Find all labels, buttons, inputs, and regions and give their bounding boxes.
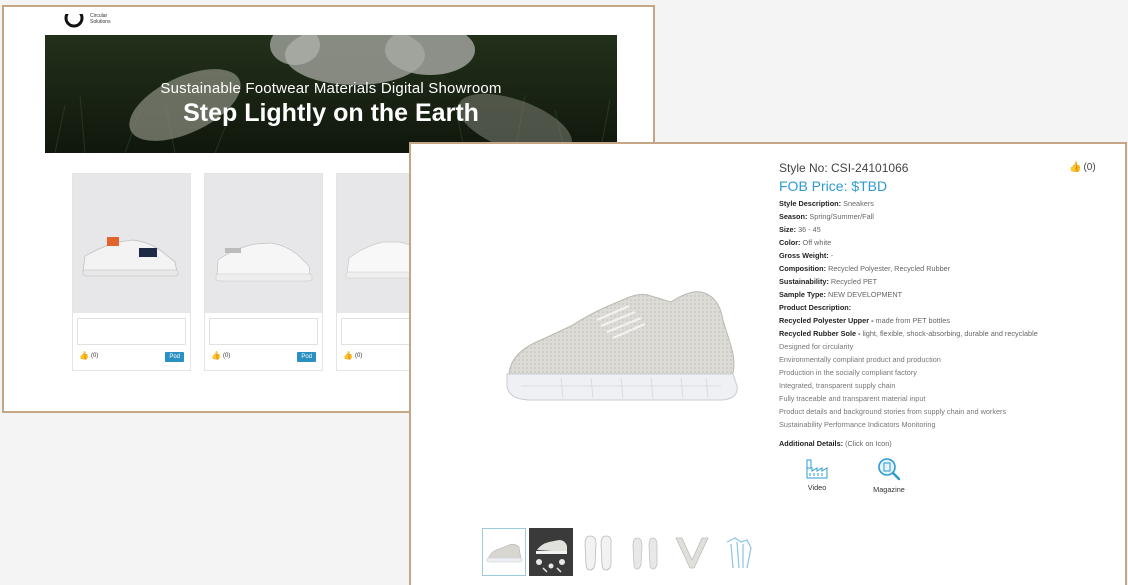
pod-badge[interactable]: Pod <box>297 352 316 362</box>
brand-line-2: Solutions <box>90 19 111 25</box>
like-count: (0) <box>90 353 99 359</box>
main-product-image[interactable] <box>501 282 751 412</box>
thumbs-up-icon: 👍 <box>211 351 221 360</box>
attr-gross-weight: Gross Weight: - <box>779 251 834 260</box>
product-footer: 👍 (0) Pod <box>211 352 316 364</box>
attr-sample-type: Sample Type: NEW DEVELOPMENT <box>779 290 903 299</box>
thumbs-up-icon: 👍 <box>343 351 353 360</box>
thumbnail-upper-pieces[interactable] <box>670 528 714 576</box>
brand-logo[interactable]: Circular Solutions <box>64 9 111 29</box>
magazine-label: Magazine <box>873 485 905 494</box>
thumbnail-materials[interactable] <box>529 528 573 576</box>
product-card[interactable]: 👍 (0) Pod <box>72 173 191 371</box>
attr-color: Color: Off white <box>779 238 832 247</box>
thumbnail-insoles[interactable] <box>623 528 667 576</box>
hero-subtitle: Sustainable Footwear Materials Digital S… <box>160 80 502 97</box>
thumbnail-soles[interactable] <box>576 528 620 576</box>
brand-name: Circular Solutions <box>90 13 111 25</box>
attr-style-description: Style Description: Sneakers <box>779 199 874 208</box>
like-button[interactable]: 👍 (0) <box>211 352 230 360</box>
attr-sole: Recycled Rubber Sole - light, flexible, … <box>779 329 1038 338</box>
like-count: (0) <box>1083 162 1096 173</box>
attr-upper: Recycled Polyester Upper - made from PET… <box>779 316 951 325</box>
thumbnail-side-view[interactable] <box>482 528 526 576</box>
attr-sustainability: Sustainability: Recycled PET <box>779 277 878 286</box>
attr-composition: Composition: Recycled Polyester, Recycle… <box>779 264 951 273</box>
product-info-box <box>77 318 186 345</box>
pod-badge[interactable]: Pod <box>165 352 184 362</box>
attr-size: Size: 36 - 45 <box>779 225 821 234</box>
like-count: (0) <box>222 353 231 359</box>
product-info-box <box>209 318 318 345</box>
hero-title: Step Lightly on the Earth <box>183 99 479 127</box>
attr-season: Season: Spring/Summer/Fall <box>779 212 874 221</box>
description-line: Fully traceable and transparent material… <box>779 394 926 403</box>
thumbnail-pattern-sketch[interactable] <box>717 528 761 576</box>
description-line: Production in the socially compliant fac… <box>779 368 917 377</box>
hero-banner: Sustainable Footwear Materials Digital S… <box>45 35 617 153</box>
magazine-button[interactable]: Magazine <box>859 456 919 494</box>
description-line: Environmentally compliant product and pr… <box>779 355 941 364</box>
product-image[interactable] <box>73 174 190 313</box>
attr-product-description: Product Description: <box>779 303 852 312</box>
thumbs-up-icon: 👍 <box>1069 162 1082 173</box>
like-button[interactable]: 👍 (0) <box>343 352 362 360</box>
thumbs-up-icon: 👍 <box>79 351 89 360</box>
like-count: (0) <box>354 353 363 359</box>
fob-price: FOB Price: $TBD <box>779 178 888 194</box>
video-button[interactable]: Video <box>787 456 847 492</box>
product-image[interactable] <box>205 174 322 313</box>
video-label: Video <box>807 483 827 492</box>
factory-video-icon <box>806 459 828 479</box>
description-line: Product details and background stories f… <box>779 407 1007 416</box>
like-button[interactable]: 👍 (0) <box>1069 162 1096 173</box>
description-line: Designed for circularity <box>779 342 854 351</box>
additional-details: Additional Details: (Click on Icon) <box>779 439 892 448</box>
product-footer: 👍 (0) Pod <box>79 352 184 364</box>
description-line: Integrated, transparent supply chain <box>779 381 896 390</box>
product-card[interactable]: 👍 (0) Pod <box>204 173 323 371</box>
description-line: Sustainability Performance Indicators Mo… <box>779 420 936 429</box>
circular-logo-icon <box>64 9 84 28</box>
like-button[interactable]: 👍 (0) <box>79 352 98 360</box>
magnifier-magazine-icon <box>878 458 901 481</box>
product-detail-screenshot: Style No: CSI-24101066 👍 (0) FOB Price: … <box>409 142 1127 585</box>
style-number: Style No: CSI-24101066 <box>779 161 909 175</box>
